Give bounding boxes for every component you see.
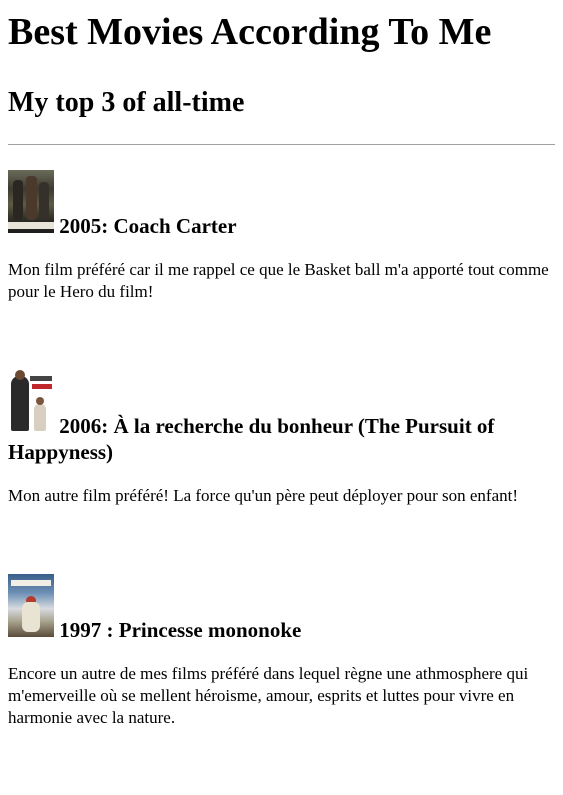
divider bbox=[8, 144, 555, 145]
pursuit-of-happyness-poster bbox=[8, 370, 54, 433]
page-title: Best Movies According To Me bbox=[8, 11, 492, 53]
page-content: Best Movies According To Me My top 3 of … bbox=[0, 0, 563, 729]
movie-entry: 1997 : Princesse mononoke Encore un autr… bbox=[8, 574, 555, 729]
movie-title: 1997 : Princesse mononoke bbox=[59, 618, 302, 642]
movie-entry: 2005: Coach Carter Mon film préféré car … bbox=[8, 170, 555, 303]
movie-description: Mon film préféré car il me rappel ce que… bbox=[8, 260, 549, 301]
movie-title: 2006: À la recherche du bonheur (The Pur… bbox=[8, 414, 495, 464]
movie-description: Mon autre film préféré! La force qu'un p… bbox=[8, 486, 519, 505]
movie-heading: 2006: À la recherche du bonheur (The Pur… bbox=[8, 370, 555, 465]
movie-heading: 2005: Coach Carter bbox=[8, 170, 555, 239]
princess-mononoke-poster bbox=[8, 574, 54, 637]
movie-entry: 2006: À la recherche du bonheur (The Pur… bbox=[8, 370, 555, 507]
coach-carter-poster bbox=[8, 170, 54, 233]
movie-heading: 1997 : Princesse mononoke bbox=[8, 574, 555, 643]
page-subtitle: My top 3 of all-time bbox=[8, 87, 245, 118]
movie-description: Encore un autre de mes films préféré dan… bbox=[8, 664, 529, 727]
movie-title: 2005: Coach Carter bbox=[59, 214, 237, 238]
